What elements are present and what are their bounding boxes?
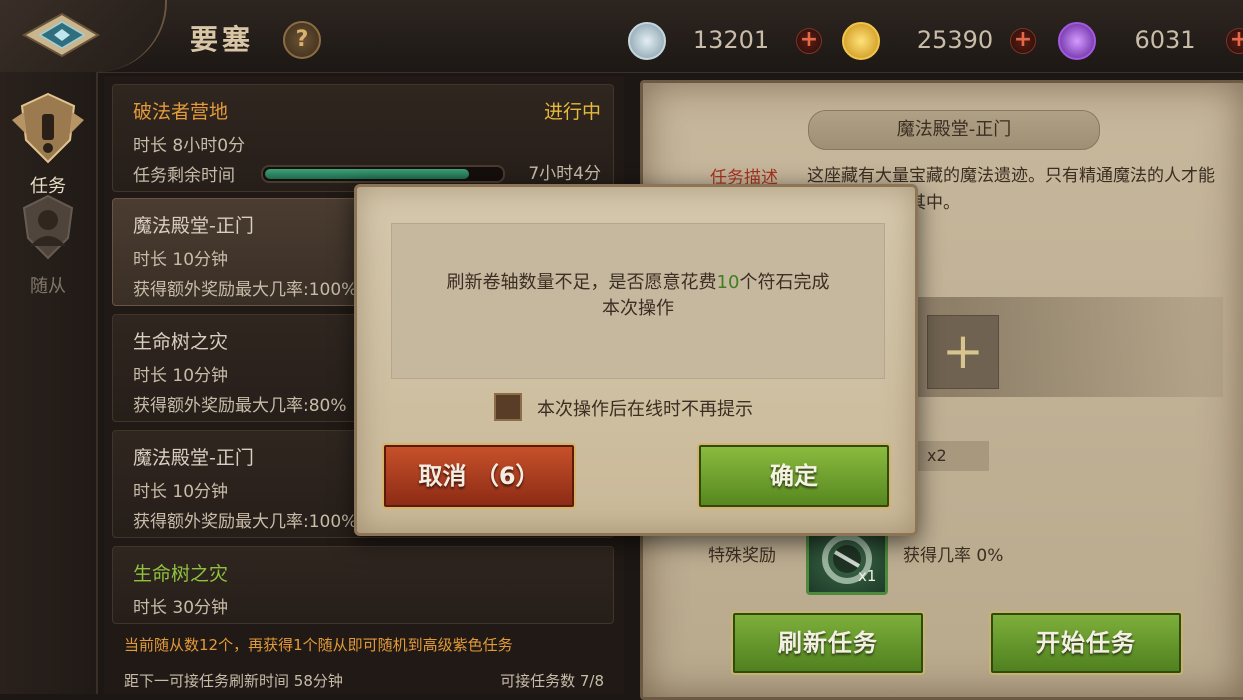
dialog-cost-highlight: 10 (716, 272, 740, 293)
resource-gold: 25390 + (842, 22, 1042, 60)
purple-rune-icon (1058, 22, 1096, 60)
silver-amount: 13201 (692, 26, 770, 54)
mission-card[interactable]: 破法者营地 进行中 时长 8小时0分 任务剩余时间 7小时4分 (112, 84, 614, 192)
dialog-message-line2: 本次操作 (602, 298, 674, 319)
mission-duration: 时长 30分钟 (133, 598, 229, 618)
mission-name: 生命树之灾 (133, 331, 229, 353)
mission-duration: 时长 10分钟 (133, 482, 229, 502)
gold-coin-icon (842, 22, 880, 60)
help-button[interactable]: ? (283, 21, 321, 59)
silver-coin-icon (628, 22, 666, 60)
refresh-countdown: 距下一可接任务刷新时间 58分钟 (124, 672, 343, 690)
mission-reward-chance: 获得额外奖励最大几率:100% (133, 280, 358, 300)
detail-title: 魔法殿堂-正门 (808, 110, 1100, 150)
mission-status: 进行中 (543, 101, 601, 123)
dont-show-again-checkbox[interactable] (494, 393, 522, 421)
mission-name: 破法者营地 (133, 101, 229, 123)
mission-duration: 时长 10分钟 (133, 250, 229, 270)
top-bar: 要塞 ? 13201 + 25390 + 6031 + (0, 0, 1243, 73)
special-reward-label: 特殊奖励 (708, 546, 776, 566)
page-title: 要塞 (190, 23, 255, 56)
start-mission-button[interactable]: 开始任务 (989, 611, 1183, 675)
available-missions-count: 可接任务数 7/8 (500, 672, 604, 690)
refresh-mission-button[interactable]: 刷新任务 (731, 611, 925, 675)
mission-name: 魔法殿堂-正门 (133, 447, 254, 469)
nav-tab-followers-label: 随从 (30, 276, 66, 297)
add-rune-button[interactable]: + (1226, 28, 1243, 54)
add-silver-button[interactable]: + (796, 28, 822, 54)
add-follower-slot[interactable]: + (927, 315, 999, 389)
special-reward-chance: 获得几率 0% (903, 546, 1004, 566)
dialog-message-text-2: 个符石完成 (739, 272, 830, 293)
left-nav: 任务 随从 (0, 72, 98, 694)
confirm-dialog: 刷新卷轴数量不足，是否愿意花费10个符石完成 本次操作 本次操作后在线时不再提示… (354, 184, 918, 536)
mission-card[interactable]: 生命树之灾 时长 30分钟 (112, 546, 614, 624)
reward-multiplier: x2 (915, 441, 989, 471)
gold-amount: 25390 (916, 26, 994, 54)
mission-reward-chance: 获得额外奖励最大几率:100% (133, 512, 358, 532)
dialog-message: 刷新卷轴数量不足，是否愿意花费10个符石完成 本次操作 (392, 270, 884, 322)
dont-show-again-label: 本次操作后在线时不再提示 (537, 399, 753, 420)
remaining-time: 7小时4分 (528, 164, 601, 184)
follower-icon (22, 194, 74, 260)
mission-name: 生命树之灾 (133, 563, 229, 585)
follower-hint: 当前随从数12个，再获得1个随从即可随机到高级紫色任务 (124, 636, 513, 654)
dialog-message-text: 刷新卷轴数量不足，是否愿意花费 (446, 272, 717, 293)
mission-duration: 时长 8小时0分 (133, 136, 246, 156)
nav-tab-quests[interactable]: 任务 (0, 90, 98, 200)
nav-tab-followers[interactable]: 随从 (10, 190, 86, 300)
back-arrow-icon (22, 12, 100, 58)
cancel-button[interactable]: 取消 （6） (382, 443, 576, 509)
resource-silver: 13201 + (628, 22, 828, 60)
back-button[interactable] (0, 0, 167, 72)
remaining-label: 任务剩余时间 (133, 166, 235, 186)
confirm-button[interactable]: 确定 (697, 443, 891, 509)
special-reward-count: x1 (858, 567, 877, 585)
dialog-message-area: 刷新卷轴数量不足，是否愿意花费10个符石完成 本次操作 (391, 223, 885, 379)
rune-amount: 6031 (1134, 26, 1196, 54)
mission-name: 魔法殿堂-正门 (133, 215, 254, 237)
mission-reward-chance: 获得额外奖励最大几率:80% (133, 396, 347, 416)
mission-progress-fill (265, 169, 469, 179)
resource-rune: 6031 + (1058, 22, 1243, 60)
quest-shield-icon (12, 92, 84, 164)
add-gold-button[interactable]: + (1010, 28, 1036, 54)
mission-duration: 时长 10分钟 (133, 366, 229, 386)
mission-progress-bar (261, 165, 505, 183)
